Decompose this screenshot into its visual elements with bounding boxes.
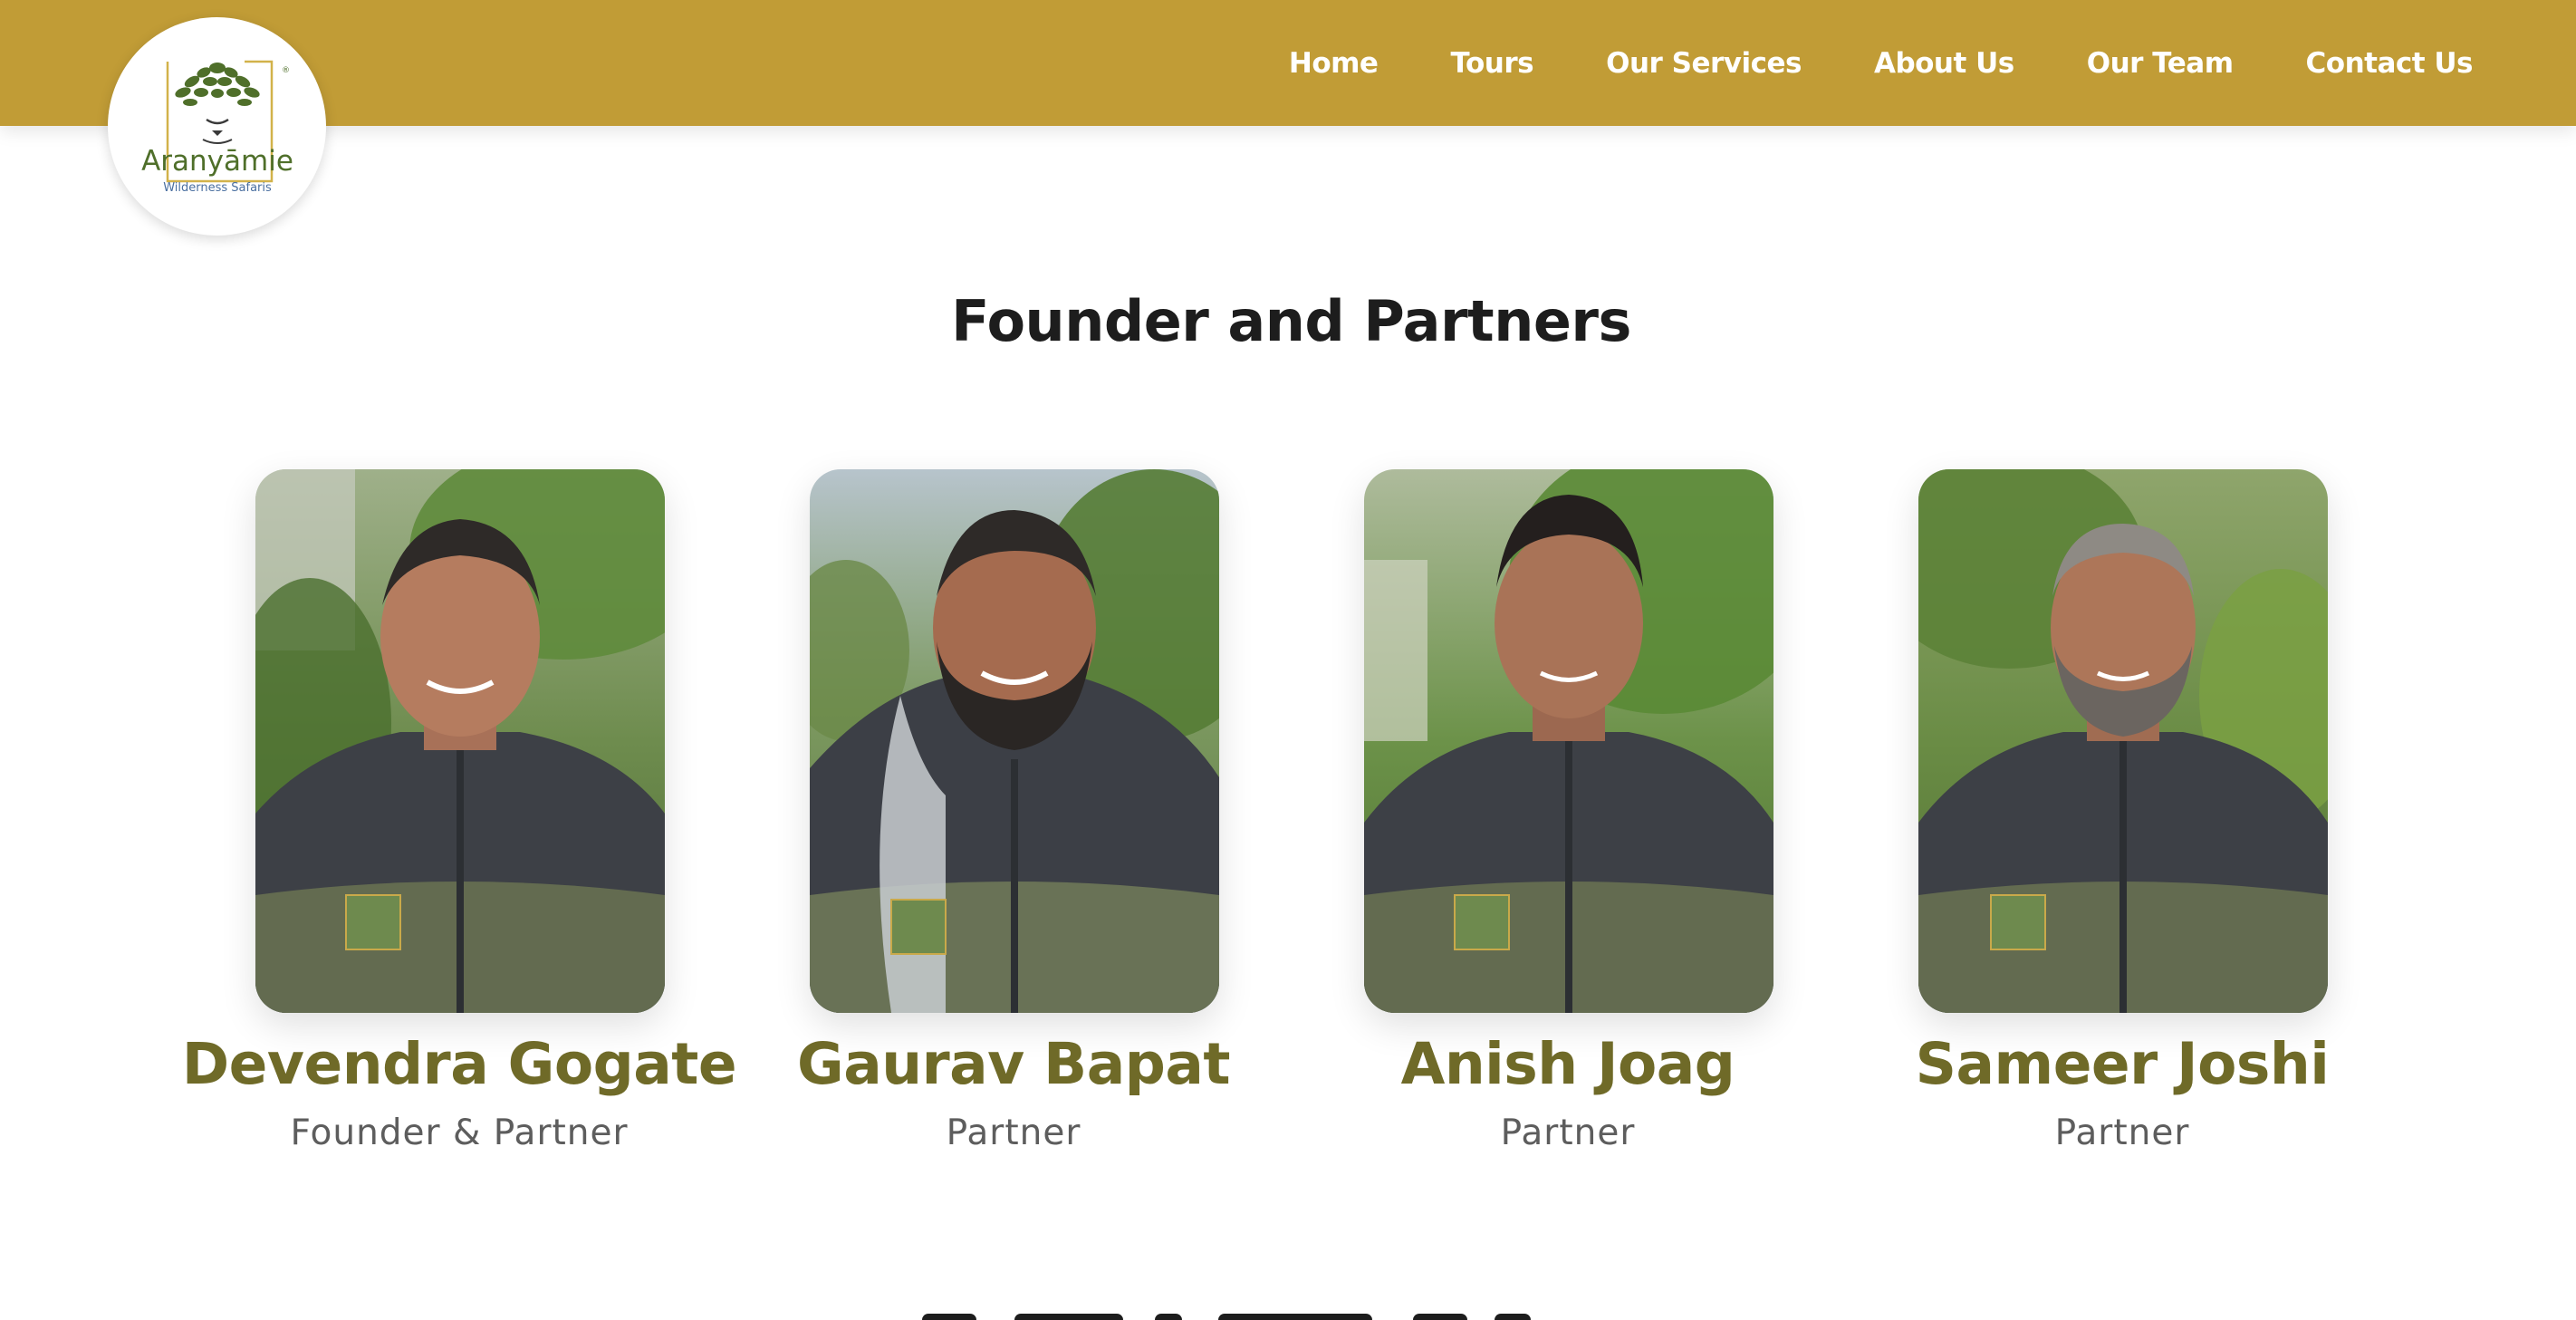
team-photo-gaurav — [810, 469, 1219, 1013]
member-name: Gaurav Bapat — [797, 1031, 1230, 1097]
tree-lion-logo-icon: ® Aranyāmie Wilderness Safaris — [141, 60, 293, 195]
brand-tagline: Wilderness Safaris — [163, 181, 272, 195]
nav-contact-us[interactable]: Contact Us — [2306, 47, 2474, 80]
next-section-title-partial — [0, 1296, 2576, 1320]
team-photo-devendra — [255, 469, 665, 1013]
nav-our-team[interactable]: Our Team — [2087, 47, 2234, 80]
member-name: Devendra Gogate — [181, 1031, 737, 1097]
nav-about-us[interactable]: About Us — [1874, 47, 2014, 80]
member-role: Partner — [946, 1113, 1081, 1153]
member-role: Founder & Partner — [290, 1113, 629, 1153]
member-role: Partner — [2054, 1113, 2190, 1153]
section-title: Founder and Partners — [951, 288, 1631, 354]
site-header: Home Tours Our Services About Us Our Tea… — [0, 0, 2576, 126]
member-role: Partner — [1500, 1113, 1636, 1153]
team-photo-anish — [1364, 469, 1773, 1013]
brand-logo[interactable]: ® Aranyāmie Wilderness Safaris — [108, 17, 326, 236]
nav-home[interactable]: Home — [1289, 47, 1379, 80]
team-photo-sameer — [1918, 469, 2328, 1013]
main-nav: Home Tours Our Services About Us Our Tea… — [1289, 0, 2474, 126]
member-name: Anish Joag — [1400, 1031, 1735, 1097]
svg-text:®: ® — [282, 66, 290, 75]
nav-tours[interactable]: Tours — [1450, 47, 1533, 80]
nav-our-services[interactable]: Our Services — [1606, 47, 1802, 80]
brand-name: Aranyāmie — [141, 145, 293, 178]
member-name: Sameer Joshi — [1915, 1031, 2330, 1097]
